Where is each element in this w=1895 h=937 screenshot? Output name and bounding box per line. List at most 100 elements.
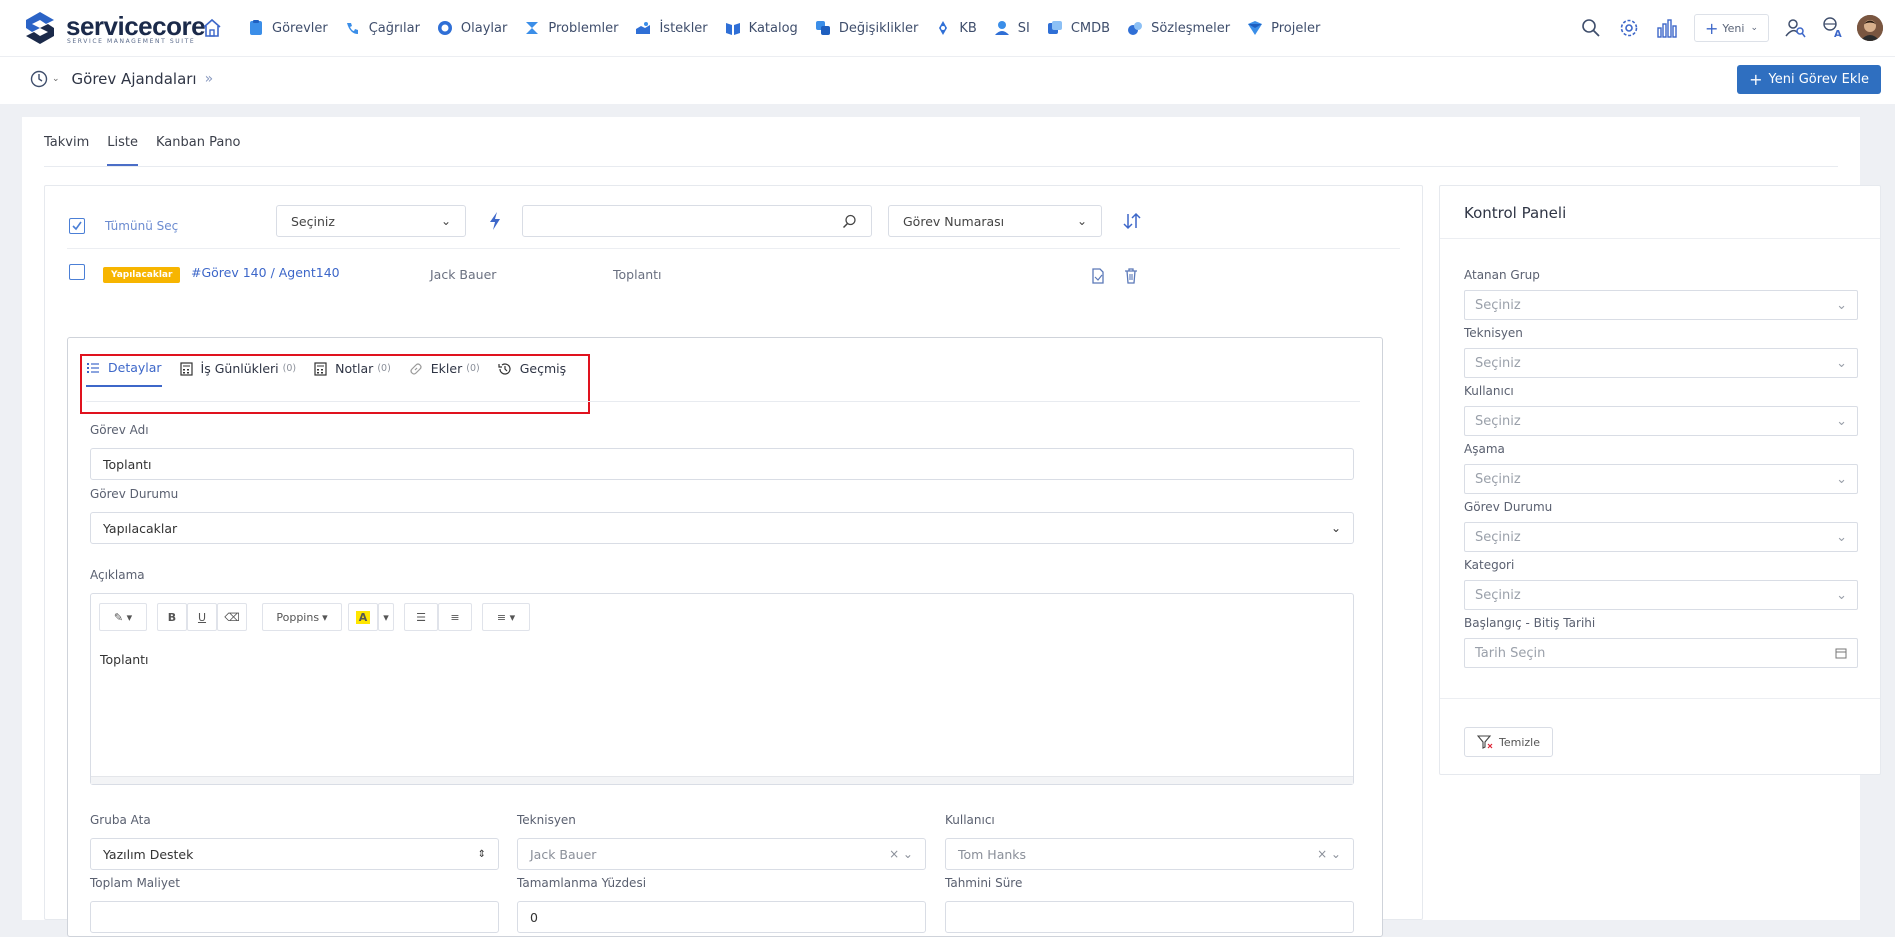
brand-logo[interactable]: servicecore SERVICE MANAGEMENT SUITE: [22, 10, 206, 46]
align-button[interactable]: ≡ ▾: [482, 603, 530, 631]
incidents-icon: [437, 21, 452, 35]
clear-format-button[interactable]: ⌫: [217, 603, 247, 631]
filter-kullanici[interactable]: Seçiniz ⌄: [1464, 406, 1858, 436]
sort-icon[interactable]: [1122, 212, 1142, 230]
magic-wand-button[interactable]: ✎ ▾: [99, 603, 147, 631]
filter-teknisyen[interactable]: Seçiniz ⌄: [1464, 348, 1858, 378]
filter-atanan-grup[interactable]: Seçiniz ⌄: [1464, 290, 1858, 320]
gear-icon: [1620, 19, 1638, 37]
task-link[interactable]: #Görev 140 / Agent140: [191, 265, 340, 280]
trash-icon[interactable]: [1124, 268, 1138, 284]
tab-ekler[interactable]: Ekler (0): [409, 361, 480, 386]
plus-icon: +: [1704, 18, 1719, 38]
nav-item-cagrilar[interactable]: Çağrılar: [345, 20, 420, 36]
row-divider: [67, 248, 1400, 249]
clear-filters-button[interactable]: Temizle: [1464, 727, 1553, 757]
tab-detaylar[interactable]: Detaylar: [86, 360, 162, 387]
breadcrumb: ⌄ Görev Ajandaları »: [30, 70, 213, 88]
calendar-icon: [1835, 648, 1847, 659]
status-badge: Yapılacaklar: [103, 267, 181, 283]
select-all[interactable]: Tümünü Seç: [69, 218, 178, 234]
home-link[interactable]: [202, 18, 230, 38]
tab-kanban[interactable]: Kanban Pano: [156, 135, 241, 166]
filter-label-teknisyen: Teknisyen: [1464, 326, 1523, 340]
nav-item-problemler[interactable]: Problemler: [524, 20, 618, 36]
user-avatar[interactable]: [1857, 15, 1883, 41]
check-icon: [72, 221, 82, 231]
underline-button[interactable]: U: [187, 603, 217, 631]
chevron-down-icon[interactable]: ⌄: [52, 74, 60, 84]
estimate-input[interactable]: [945, 901, 1354, 933]
panel-title: Kontrol Paneli: [1464, 204, 1567, 222]
filter-kategori[interactable]: Seçiniz ⌄: [1464, 580, 1858, 610]
date-range-input[interactable]: Tarih Seçin: [1464, 638, 1858, 668]
nav-item-sozlesmeler[interactable]: Sözleşmeler: [1127, 20, 1230, 36]
text-color-button[interactable]: A: [348, 603, 378, 631]
bold-button[interactable]: B: [157, 603, 187, 631]
language-button[interactable]: A: [1815, 12, 1853, 44]
completion-input[interactable]: 0: [517, 901, 926, 933]
bullet-list-button[interactable]: ☰: [404, 603, 438, 631]
nav-item-kb[interactable]: KB: [935, 20, 977, 36]
search-button[interactable]: [1572, 12, 1610, 44]
top-navbar: servicecore SERVICE MANAGEMENT SUITE Gör…: [0, 0, 1895, 57]
description-editor[interactable]: ✎ ▾ B U ⌫ Poppins ▾ A ▾ ☰ ≡ ≡ ▾ Toplantı: [90, 593, 1354, 785]
task-status-select[interactable]: Yapılacaklar ⌄: [90, 512, 1354, 544]
bulk-action-select[interactable]: Seçiniz ⌄: [276, 205, 466, 237]
row-task-name: Toplantı: [613, 267, 662, 282]
tab-notlar[interactable]: Notlar (0): [314, 361, 391, 386]
sort-field-select[interactable]: Görev Numarası ⌄: [888, 205, 1102, 237]
detail-tabs-divider: [86, 401, 1360, 402]
nav-item-si[interactable]: SI: [994, 20, 1030, 36]
filter-asama[interactable]: Seçiniz ⌄: [1464, 464, 1858, 494]
select-all-checkbox[interactable]: [69, 218, 85, 234]
history-icon: [498, 362, 511, 375]
chevron-down-icon: ⌄: [1836, 471, 1847, 487]
settings-button[interactable]: [1610, 12, 1648, 44]
brand-tagline: SERVICE MANAGEMENT SUITE: [67, 38, 196, 45]
translate-icon: A: [1823, 17, 1842, 39]
si-icon: [994, 21, 1009, 35]
filter-gorev-durumu[interactable]: Seçiniz ⌄: [1464, 522, 1858, 552]
add-task-button[interactable]: + Yeni Görev Ekle: [1737, 65, 1881, 94]
user-search-button[interactable]: [1777, 12, 1815, 44]
tab-takvim[interactable]: Takvim: [44, 135, 89, 166]
group-select[interactable]: Yazılım Destek ⇕: [90, 838, 499, 870]
tabs-divider: [44, 166, 1838, 167]
font-family-select[interactable]: Poppins ▾: [262, 603, 342, 631]
text-color-icon: A: [355, 610, 371, 624]
reports-button[interactable]: [1648, 12, 1686, 44]
chevron-down-icon: ⌄: [1330, 521, 1341, 535]
user-select[interactable]: Tom Hanks × ⌄: [945, 838, 1354, 870]
row-checkbox[interactable]: [69, 264, 85, 280]
document-icon[interactable]: [1091, 268, 1105, 284]
nav-item-cmdb[interactable]: CMDB: [1047, 20, 1110, 36]
projects-icon: [1248, 21, 1263, 35]
tab-liste[interactable]: Liste: [107, 135, 138, 166]
nav-item-istekler[interactable]: İstekler: [635, 20, 708, 36]
cost-input[interactable]: [90, 901, 499, 933]
nav-item-projeler[interactable]: Projeler: [1247, 20, 1320, 36]
user-search-icon: [1785, 19, 1806, 38]
lightning-icon[interactable]: [488, 211, 502, 231]
editor-resize-handle[interactable]: [91, 776, 1353, 784]
new-menu-button[interactable]: + Yeni ⌄: [1693, 14, 1769, 42]
nav-item-gorevler[interactable]: Görevler: [248, 20, 328, 36]
clock-icon[interactable]: [30, 70, 48, 88]
nav-item-olaylar[interactable]: Olaylar: [437, 20, 507, 36]
task-name-input[interactable]: Toplantı: [90, 448, 1354, 480]
nav-item-degisiklikler[interactable]: Değişiklikler: [815, 20, 918, 36]
color-dropdown-button[interactable]: ▾: [378, 603, 394, 631]
clear-chevron-icons: × ⌄: [1317, 847, 1341, 861]
chevron-down-icon: ⌄: [1750, 23, 1758, 33]
panel-divider: [1440, 238, 1880, 239]
select-all-label: Tümünü Seç: [105, 219, 179, 233]
calls-icon: [346, 23, 358, 34]
task-status-label: Görev Durumu: [90, 487, 179, 501]
tab-gecmis[interactable]: Geçmiş: [498, 361, 566, 386]
search-input[interactable]: [522, 205, 872, 237]
nav-item-katalog[interactable]: Katalog: [725, 20, 798, 36]
ordered-list-button[interactable]: ≡: [438, 603, 472, 631]
technician-select[interactable]: Jack Bauer × ⌄: [517, 838, 926, 870]
tab-is-gunlukleri[interactable]: İş Günlükleri (0): [179, 361, 296, 386]
